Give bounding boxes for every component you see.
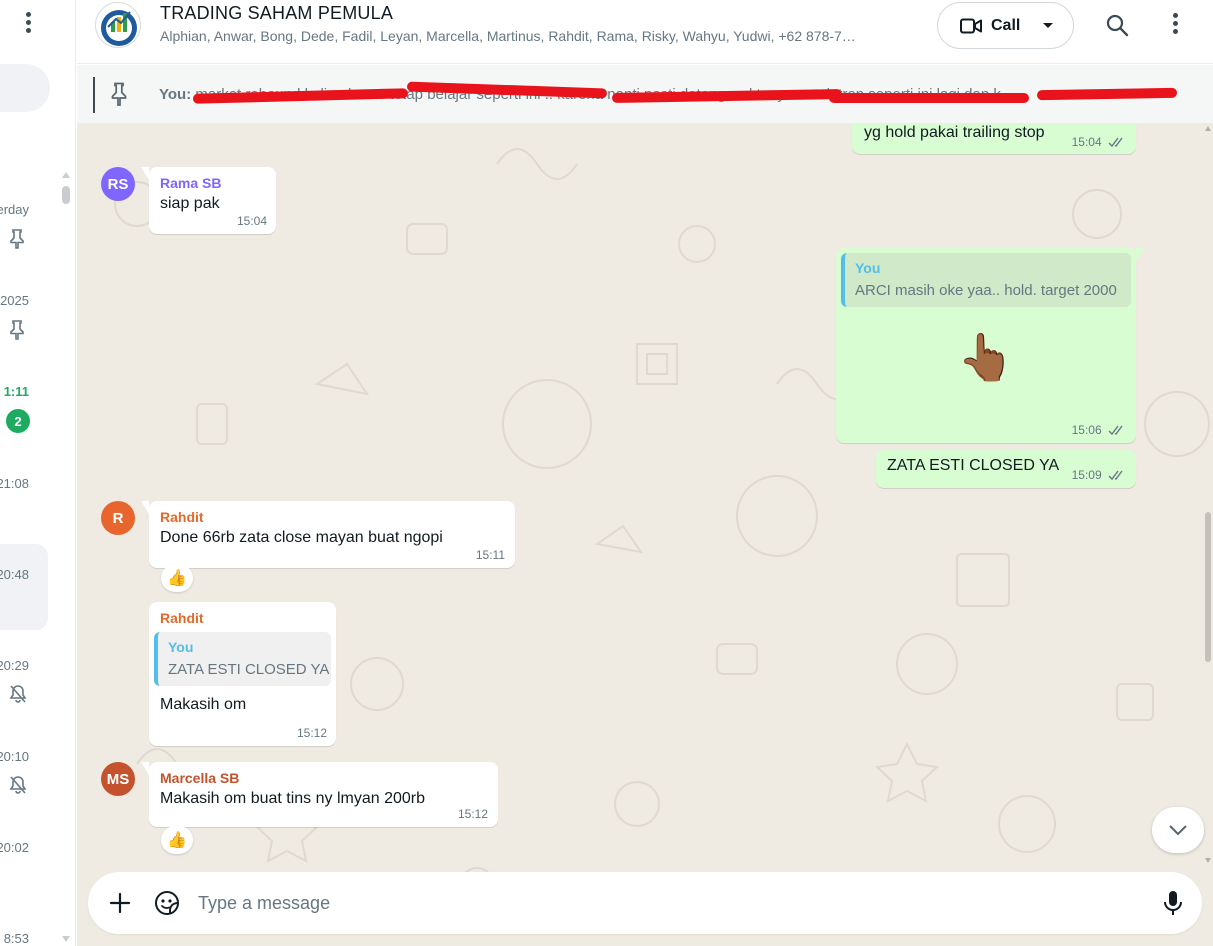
pin-icon <box>111 82 127 106</box>
sender-name[interactable]: Rama SB <box>160 175 265 191</box>
quote-author: You <box>855 260 881 276</box>
message-incoming[interactable]: Rahdit Done 66rb zata close mayan buat n… <box>141 501 515 568</box>
message-time: 15:12 <box>457 807 488 821</box>
quote-author: You <box>168 639 194 655</box>
chat-time: 20:02 <box>0 840 29 855</box>
group-title[interactable]: TRADING SAHAM PEMULA <box>160 3 393 24</box>
message-incoming[interactable]: Rama SB siap pak 15:04 <box>141 167 276 234</box>
quoted-message[interactable]: You ZATA ESTI CLOSED YA <box>154 632 331 686</box>
chat-time: 20:29 <box>0 658 29 673</box>
scroll-up-arrow[interactable] <box>62 172 70 178</box>
mute-icon <box>9 776 27 794</box>
chat-header[interactable]: TRADING SAHAM PEMULA Alphian, Anwar, Bon… <box>77 0 1213 64</box>
chevron-down-icon <box>1043 23 1054 28</box>
pinned-message-bar[interactable]: You: market rebound kalian harus tetap b… <box>77 65 1213 124</box>
plus-icon[interactable] <box>108 891 132 915</box>
message-text: siap pak <box>160 195 220 212</box>
reaction-thumbs-up[interactable]: 👍 <box>161 826 193 854</box>
video-icon <box>960 18 982 33</box>
call-button[interactable]: Call <box>937 2 1074 49</box>
sender-name[interactable]: Marcella SB <box>160 770 487 786</box>
double-check-icon <box>1108 137 1123 148</box>
pin-icon <box>10 229 24 249</box>
scroll-to-bottom-button[interactable] <box>1152 807 1204 853</box>
chat-time: 21:08 <box>0 476 29 491</box>
group-avatar[interactable] <box>95 2 141 48</box>
double-check-icon <box>1108 425 1123 436</box>
message-scrollbar[interactable] <box>1205 124 1211 863</box>
mute-icon <box>9 685 27 703</box>
pinned-indicator <box>93 77 95 113</box>
message-time: 15:11 <box>475 548 505 562</box>
quoted-message[interactable]: You ARCI masih oke yaa.. hold. target 20… <box>841 253 1131 307</box>
chat-time: 20:48 <box>0 567 29 582</box>
message-meta: 15:06 <box>1072 423 1126 437</box>
reaction-thumbs-up[interactable]: 👍 <box>161 564 193 592</box>
sticker-icon[interactable] <box>154 890 180 916</box>
message-time: 15:12 <box>296 726 327 740</box>
message-time: 15:06 <box>1071 423 1102 437</box>
sender-name[interactable]: Rahdit <box>154 610 331 626</box>
message-time: 15:04 <box>236 214 267 228</box>
menu-dots-icon[interactable] <box>1171 13 1179 39</box>
message-outgoing-reply[interactable]: You ARCI masih oke yaa.. hold. target 20… <box>836 248 1144 443</box>
avatar[interactable]: R <box>101 501 135 535</box>
search-icon[interactable] <box>1105 13 1129 37</box>
quote-text: ARCI masih oke yaa.. hold. target 2000 <box>855 282 1117 299</box>
chat-time: 2025 <box>0 293 29 308</box>
message-text: Done 66rb zata close mayan buat ngopi <box>160 529 443 546</box>
message-text: Makasih om buat tins ny lmyan 200rb <box>160 790 426 807</box>
chat-time: 20:10 <box>0 749 29 764</box>
chat-list-panel: erday 2025 1:11 2 21:08 20:48 20:29 20:1… <box>0 0 76 946</box>
redaction-mark <box>829 93 1029 103</box>
sender-name[interactable]: Rahdit <box>160 509 504 525</box>
chat-list-scrollbar[interactable] <box>62 186 70 204</box>
message-outgoing[interactable]: yg hold pakai trailing stop 15:04 <box>852 124 1136 154</box>
chevron-down-icon <box>1169 825 1187 836</box>
avatar[interactable]: RS <box>101 167 135 201</box>
chat-time: 8:53 <box>3 931 29 946</box>
chat-search-input[interactable] <box>0 64 50 112</box>
group-logo-icon <box>101 10 137 46</box>
message-text: Makasih om <box>160 696 247 713</box>
scroll-down-arrow[interactable] <box>62 936 70 942</box>
message-text: yg hold pakai trailing stop <box>864 124 1045 141</box>
menu-dots-icon[interactable] <box>22 12 34 38</box>
chat-time: erday <box>0 202 29 217</box>
message-composer <box>88 872 1202 934</box>
message-incoming[interactable]: Marcella SB Makasih om buat tins ny lmya… <box>141 762 498 827</box>
message-outgoing[interactable]: ZATA ESTI CLOSED YA 15:09 <box>876 450 1136 488</box>
unread-badge: 2 <box>6 409 30 433</box>
message-incoming-reply[interactable]: Rahdit You ZATA ESTI CLOSED YA Makasih o… <box>149 602 336 746</box>
double-check-icon <box>1108 470 1123 481</box>
pointing-up-emoji: 👆🏾 <box>957 331 1015 383</box>
quote-text: ZATA ESTI CLOSED YA <box>168 661 330 678</box>
message-meta: 15:09 <box>1072 468 1126 482</box>
selected-chat-item[interactable] <box>0 544 48 630</box>
avatar[interactable]: MS <box>101 762 135 796</box>
message-text: ZATA ESTI CLOSED YA <box>887 457 1060 474</box>
message-meta: 15:04 <box>1072 135 1126 149</box>
message-list[interactable]: yg hold pakai trailing stop 15:04 RS Ram… <box>77 124 1213 946</box>
chat-time-unread: 1:11 <box>3 384 29 399</box>
pin-icon <box>10 320 24 340</box>
call-label: Call <box>991 16 1021 34</box>
message-time: 15:09 <box>1071 468 1102 482</box>
message-time: 15:04 <box>1071 135 1102 149</box>
message-input[interactable] <box>198 886 1138 920</box>
mic-icon[interactable] <box>1162 890 1184 916</box>
group-members[interactable]: Alphian, Anwar, Bong, Dede, Fadil, Leyan… <box>160 28 920 44</box>
